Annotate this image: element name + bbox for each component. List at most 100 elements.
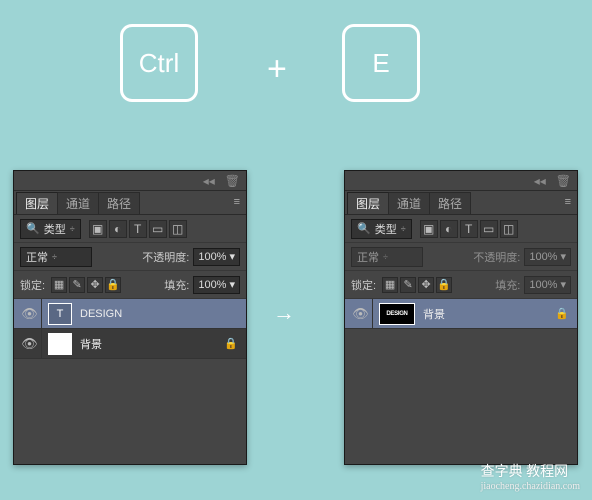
eye-icon: 👁 [352,306,369,322]
lock-pixels-icon[interactable]: ▦ [382,277,398,293]
lock-icon: 🔒 [224,337,238,350]
fill-value: 100% [198,279,226,291]
filter-icons: ▣ ◐ T ▭ ◫ [420,220,518,238]
filter-adjust-icon[interactable]: ◐ [440,220,458,238]
opacity-value: 100% [198,251,226,263]
trash-icon[interactable]: 🗑 [556,174,571,188]
filter-type-select[interactable]: 🔍 类型 ÷ [351,219,412,239]
lock-icon: 🔒 [555,307,569,320]
layer-thumbnail[interactable]: DESIGN [379,303,415,325]
blend-mode-label: 正常 [357,249,379,265]
layer-name[interactable]: 背景 [80,336,102,352]
tab-channels[interactable]: 通道 [389,192,430,214]
lock-brush-icon[interactable]: ✎ [400,277,416,293]
filter-pixel-icon[interactable]: ▣ [89,220,107,238]
lock-label: 锁定: [20,277,45,293]
filter-shape-icon[interactable]: ▭ [149,220,167,238]
search-icon: 🔍 [357,222,371,235]
layers-panel-after: ◂◂ 🗑 图层 通道 路径 ≡ 🔍 类型 ÷ ▣ ◐ T ▭ ◫ 正常 ÷ 不透… [344,170,578,465]
arrow-right: → [273,300,295,326]
blend-mode-select[interactable]: 正常 ÷ [351,247,423,267]
fill-label: 填充: [164,277,189,293]
layer-row[interactable]: 👁 背景 🔒 [14,329,246,359]
filter-type-select[interactable]: 🔍 类型 ÷ [20,219,81,239]
watermark: 查字典 教程网 jiaocheng.chazidian.com [481,461,580,492]
type-icon: T [57,308,64,320]
layers-panel-before: ◂◂ 🗑 图层 通道 路径 ≡ 🔍 类型 ÷ ▣ ◐ T ▭ ◫ 正常 ÷ 不透… [13,170,247,465]
fill-label: 填充: [495,277,520,293]
layers-list: 👁 T DESIGN 👁 背景 🔒 [14,299,246,359]
lock-row: 锁定: ▦ ✎ ✥ 🔒 填充: 100% ▾ [14,271,246,299]
fill-input[interactable]: 100% ▾ [193,276,240,294]
blend-row: 正常 ÷ 不透明度: 100% ▾ [14,243,246,271]
lock-move-icon[interactable]: ✥ [418,277,434,293]
lock-brush-icon[interactable]: ✎ [69,277,85,293]
key-e: E [342,24,420,102]
caret-down-icon: ▾ [229,250,235,263]
collapse-icon[interactable]: ◂◂ [534,174,546,188]
layer-name[interactable]: 背景 [423,306,445,322]
visibility-toggle[interactable]: 👁 [18,299,42,328]
opacity-input[interactable]: 100% ▾ [193,248,240,266]
lock-all-icon[interactable]: 🔒 [436,277,452,293]
tab-paths[interactable]: 路径 [99,192,140,214]
fill-input[interactable]: 100% ▾ [524,276,571,294]
filter-type-label: 类型 [375,221,397,237]
tab-channels[interactable]: 通道 [58,192,99,214]
panel-menu-icon[interactable]: ≡ [565,196,571,208]
caret-down-icon: ▾ [560,278,566,291]
fill-value: 100% [529,279,557,291]
chevron-down-icon: ÷ [401,224,406,234]
lock-pixels-icon[interactable]: ▦ [51,277,67,293]
opacity-label: 不透明度: [473,249,520,265]
blend-mode-select[interactable]: 正常 ÷ [20,247,92,267]
tab-layers[interactable]: 图层 [347,192,389,214]
collapse-icon[interactable]: ◂◂ [203,174,215,188]
filter-smart-icon[interactable]: ◫ [169,220,187,238]
blend-row: 正常 ÷ 不透明度: 100% ▾ [345,243,577,271]
key-ctrl: Ctrl [120,24,198,102]
caret-down-icon: ▾ [560,250,566,263]
tab-paths[interactable]: 路径 [430,192,471,214]
layer-name[interactable]: DESIGN [80,308,122,320]
filter-pixel-icon[interactable]: ▣ [420,220,438,238]
eye-icon: 👁 [21,306,38,322]
filter-adjust-icon[interactable]: ◐ [109,220,127,238]
layer-row[interactable]: 👁 T DESIGN [14,299,246,329]
trash-icon[interactable]: 🗑 [225,174,240,188]
layer-thumbnail[interactable]: T [48,303,72,325]
tab-layers[interactable]: 图层 [16,192,58,214]
filter-icons: ▣ ◐ T ▭ ◫ [89,220,187,238]
visibility-toggle[interactable]: 👁 [18,329,42,358]
opacity-input[interactable]: 100% ▾ [524,248,571,266]
filter-row: 🔍 类型 ÷ ▣ ◐ T ▭ ◫ [345,215,577,243]
key-e-label: E [372,48,389,79]
caret-down-icon: ▾ [229,278,235,291]
layers-list: 👁 DESIGN 背景 🔒 [345,299,577,329]
watermark-text: 查字典 教程网 [481,465,569,480]
panel-tabs: 图层 通道 路径 ≡ [345,191,577,215]
panel-tabs: 图层 通道 路径 ≡ [14,191,246,215]
plus-sign: + [267,50,287,89]
lock-icons: ▦ ✎ ✥ 🔒 [51,277,121,293]
lock-row: 锁定: ▦ ✎ ✥ 🔒 填充: 100% ▾ [345,271,577,299]
layer-row[interactable]: 👁 DESIGN 背景 🔒 [345,299,577,329]
filter-type-label: 类型 [44,221,66,237]
visibility-toggle[interactable]: 👁 [349,299,373,328]
panel-topbar: ◂◂ 🗑 [345,171,577,191]
search-icon: 🔍 [26,222,40,235]
filter-smart-icon[interactable]: ◫ [500,220,518,238]
opacity-value: 100% [529,251,557,263]
watermark-url: jiaocheng.chazidian.com [481,481,580,492]
lock-label: 锁定: [351,277,376,293]
chevron-down-icon: ÷ [52,252,57,262]
panel-menu-icon[interactable]: ≡ [234,196,240,208]
lock-move-icon[interactable]: ✥ [87,277,103,293]
filter-text-icon[interactable]: T [129,220,147,238]
chevron-down-icon: ÷ [383,252,388,262]
design-thumb-text: DESIGN [386,311,407,317]
layer-thumbnail[interactable] [48,333,72,355]
lock-all-icon[interactable]: 🔒 [105,277,121,293]
filter-shape-icon[interactable]: ▭ [480,220,498,238]
filter-text-icon[interactable]: T [460,220,478,238]
